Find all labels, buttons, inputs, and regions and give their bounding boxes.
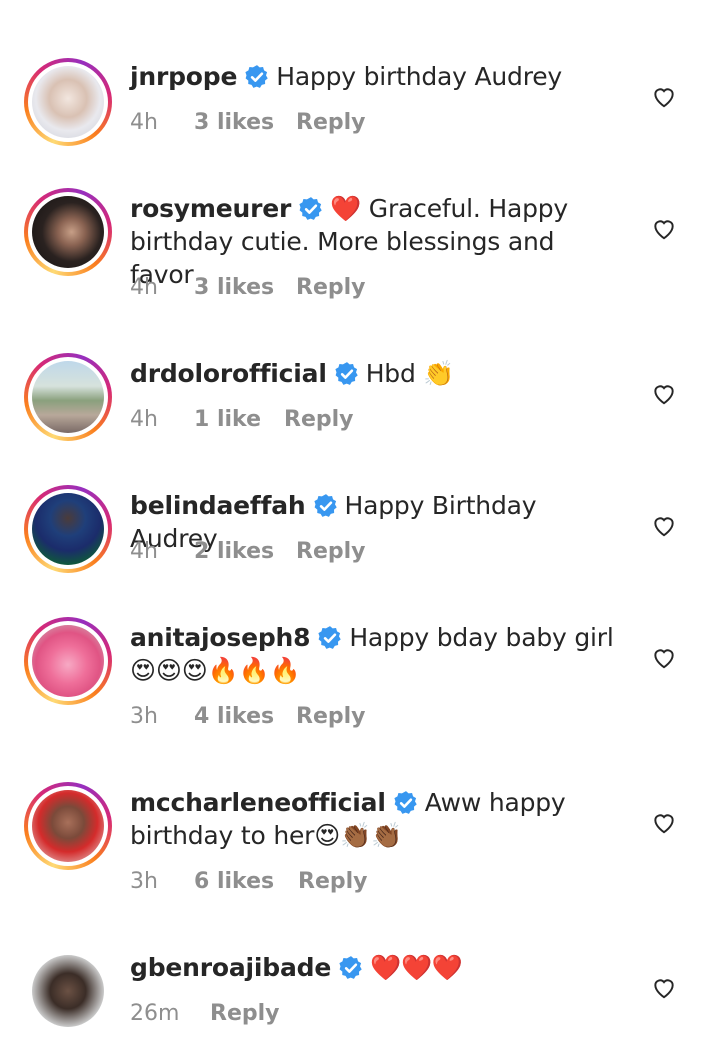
username[interactable]: gbenroajibade xyxy=(130,953,331,982)
heart-outline-icon[interactable] xyxy=(651,216,677,242)
comment-text: ❤️❤️❤️ xyxy=(370,953,463,982)
timestamp: 3h xyxy=(130,704,158,729)
timestamp: 26m xyxy=(130,1001,180,1026)
reply-button[interactable]: Reply xyxy=(210,1001,280,1026)
reply-button[interactable]: Reply xyxy=(298,869,368,894)
comment-meta: 4h 2 likes Reply xyxy=(130,539,366,564)
reply-button[interactable]: Reply xyxy=(296,110,366,135)
avatar-story-ring[interactable] xyxy=(24,617,112,705)
heart-outline-icon[interactable] xyxy=(651,810,677,836)
avatar xyxy=(32,790,104,862)
username[interactable]: rosymeurer xyxy=(130,194,291,223)
like-count[interactable]: 3 likes xyxy=(194,110,296,135)
comment-meta: 26m Reply xyxy=(130,1001,280,1026)
comment-meta: 3h 4 likes Reply xyxy=(130,704,366,729)
reply-button[interactable]: Reply xyxy=(296,539,366,564)
like-count[interactable]: 4 likes xyxy=(194,704,296,729)
avatar-story-ring[interactable] xyxy=(24,58,112,146)
username[interactable]: anitajoseph8 xyxy=(130,623,311,652)
like-count[interactable]: 2 likes xyxy=(194,539,296,564)
verified-badge-icon xyxy=(339,956,362,979)
comment-text-block: mccharleneofficial Aww happy birthday to … xyxy=(130,786,620,852)
reply-button[interactable]: Reply xyxy=(296,704,366,729)
username[interactable]: belindaeffah xyxy=(130,491,306,520)
avatar xyxy=(32,625,104,697)
verified-badge-icon xyxy=(394,791,417,814)
like-count[interactable]: 1 like xyxy=(194,407,284,432)
username[interactable]: jnrpope xyxy=(130,62,237,91)
avatar xyxy=(32,361,104,433)
comment-meta: 4h 1 like Reply xyxy=(130,407,354,432)
heart-outline-icon[interactable] xyxy=(651,84,677,110)
comment-text: Hbd 👏 xyxy=(365,359,455,388)
timestamp: 4h xyxy=(130,539,158,564)
reply-button[interactable]: Reply xyxy=(284,407,354,432)
comment-meta: 4h 3 likes Reply xyxy=(130,110,366,135)
heart-outline-icon[interactable] xyxy=(651,381,677,407)
comment-text-block: gbenroajibade ❤️❤️❤️ xyxy=(130,951,620,984)
verified-badge-icon xyxy=(245,65,268,88)
comment-text: Happy birthday Audrey xyxy=(276,62,563,91)
verified-badge-icon xyxy=(318,626,342,649)
heart-outline-icon[interactable] xyxy=(651,975,677,1001)
avatar-story-ring[interactable] xyxy=(24,485,112,573)
avatar[interactable] xyxy=(32,955,104,1027)
avatar-story-ring[interactable] xyxy=(24,188,112,276)
comment-meta: 4h 3 likes Reply xyxy=(130,275,366,300)
username[interactable]: mccharleneofficial xyxy=(130,788,386,817)
avatar xyxy=(32,196,104,268)
heart-outline-icon[interactable] xyxy=(651,645,677,671)
comment-text-block: drdolorofficial Hbd 👏 xyxy=(130,357,620,390)
avatar xyxy=(32,493,104,565)
verified-badge-icon xyxy=(313,494,337,517)
comment-text-block: jnrpope Happy birthday Audrey xyxy=(130,60,620,93)
reply-button[interactable]: Reply xyxy=(296,275,366,300)
avatar-story-ring[interactable] xyxy=(24,782,112,870)
username[interactable]: drdolorofficial xyxy=(130,359,327,388)
timestamp: 3h xyxy=(130,869,158,894)
verified-badge-icon xyxy=(299,197,322,220)
verified-badge-icon xyxy=(335,362,358,385)
timestamp: 4h xyxy=(130,110,158,135)
avatar-story-ring[interactable] xyxy=(24,353,112,441)
like-count[interactable]: 6 likes xyxy=(194,869,298,894)
heart-outline-icon[interactable] xyxy=(651,513,677,539)
timestamp: 4h xyxy=(130,407,158,432)
like-count[interactable]: 3 likes xyxy=(194,275,296,300)
timestamp: 4h xyxy=(130,275,158,300)
avatar xyxy=(32,66,104,138)
comment-text-block: anitajoseph8 Happy bday baby girl 😍😍😍🔥🔥🔥 xyxy=(130,621,620,687)
comment-meta: 3h 6 likes Reply xyxy=(130,869,368,894)
